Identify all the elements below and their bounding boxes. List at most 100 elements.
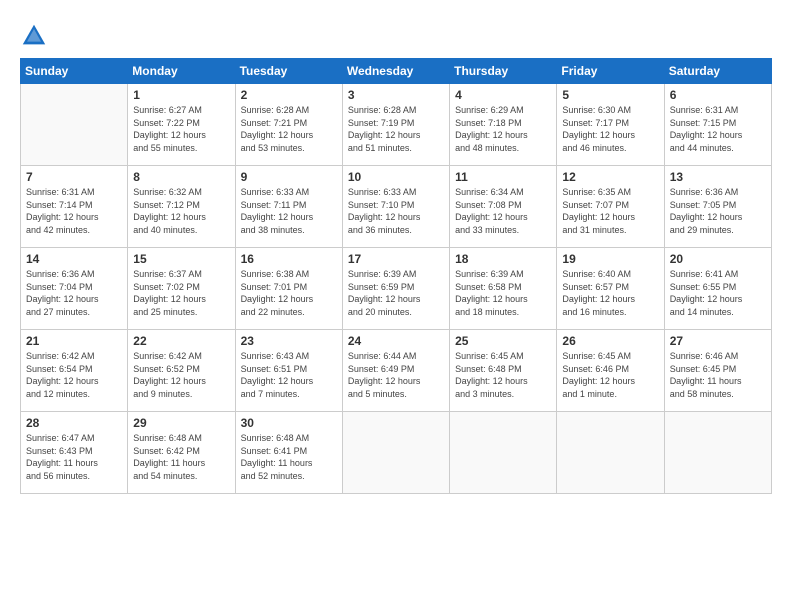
day-number: 12	[562, 170, 658, 184]
cell-info: Sunrise: 6:43 AM Sunset: 6:51 PM Dayligh…	[241, 350, 337, 400]
page: SundayMondayTuesdayWednesdayThursdayFrid…	[0, 0, 792, 612]
cell-info: Sunrise: 6:27 AM Sunset: 7:22 PM Dayligh…	[133, 104, 229, 154]
calendar-cell	[21, 84, 128, 166]
day-number: 22	[133, 334, 229, 348]
cell-info: Sunrise: 6:31 AM Sunset: 7:15 PM Dayligh…	[670, 104, 766, 154]
day-number: 11	[455, 170, 551, 184]
day-number: 2	[241, 88, 337, 102]
calendar-cell: 24Sunrise: 6:44 AM Sunset: 6:49 PM Dayli…	[342, 330, 449, 412]
cell-info: Sunrise: 6:36 AM Sunset: 7:04 PM Dayligh…	[26, 268, 122, 318]
calendar-cell: 20 Sunrise: 6:41 AM Sunset: 6:55 PM Dayli…	[664, 248, 771, 330]
cell-info: Sunrise: 6:44 AM Sunset: 6:49 PM Dayligh…	[348, 350, 444, 400]
calendar-table: SundayMondayTuesdayWednesdayThursdayFrid…	[20, 58, 772, 494]
cell-info: Sunrise: 6:31 AM Sunset: 7:14 PM Dayligh…	[26, 186, 122, 236]
weekday-header-row: SundayMondayTuesdayWednesdayThursdayFrid…	[21, 59, 772, 84]
calendar-cell: 19 Sunrise: 6:40 AM Sunset: 6:57 PM Dayli…	[557, 248, 664, 330]
day-number: 25	[455, 334, 551, 348]
calendar-cell: 21 Sunrise: 6:42 AM Sunset: 6:54 PM Dayli…	[21, 330, 128, 412]
cell-info: Sunrise: 6:29 AM Sunset: 7:18 PM Dayligh…	[455, 104, 551, 154]
day-number: 16	[241, 252, 337, 266]
calendar-cell: 27Sunrise: 6:46 AM Sunset: 6:45 PM Dayli…	[664, 330, 771, 412]
cell-info: Sunrise: 6:33 AM Sunset: 7:11 PM Dayligh…	[241, 186, 337, 236]
cell-info: Sunrise: 6:28 AM Sunset: 7:21 PM Dayligh…	[241, 104, 337, 154]
weekday-header-thursday: Thursday	[450, 59, 557, 84]
day-number: 18	[455, 252, 551, 266]
calendar-cell: 11 Sunrise: 6:34 AM Sunset: 7:08 PM Dayli…	[450, 166, 557, 248]
cell-info: Sunrise: 6:37 AM Sunset: 7:02 PM Dayligh…	[133, 268, 229, 318]
day-number: 1	[133, 88, 229, 102]
calendar-week-row: 7Sunrise: 6:31 AM Sunset: 7:14 PM Daylig…	[21, 166, 772, 248]
calendar-cell: 14 Sunrise: 6:36 AM Sunset: 7:04 PM Dayli…	[21, 248, 128, 330]
day-number: 14	[26, 252, 122, 266]
calendar-cell: 10 Sunrise: 6:33 AM Sunset: 7:10 PM Dayli…	[342, 166, 449, 248]
calendar-cell: 26Sunrise: 6:45 AM Sunset: 6:46 PM Dayli…	[557, 330, 664, 412]
cell-info: Sunrise: 6:45 AM Sunset: 6:46 PM Dayligh…	[562, 350, 658, 400]
calendar-cell	[557, 412, 664, 494]
cell-info: Sunrise: 6:40 AM Sunset: 6:57 PM Dayligh…	[562, 268, 658, 318]
cell-info: Sunrise: 6:39 AM Sunset: 6:59 PM Dayligh…	[348, 268, 444, 318]
calendar-cell	[664, 412, 771, 494]
calendar-cell: 4 Sunrise: 6:29 AM Sunset: 7:18 PM Daylig…	[450, 84, 557, 166]
day-number: 3	[348, 88, 444, 102]
cell-info: Sunrise: 6:46 AM Sunset: 6:45 PM Dayligh…	[670, 350, 766, 400]
calendar-cell	[342, 412, 449, 494]
weekday-header-wednesday: Wednesday	[342, 59, 449, 84]
calendar-cell: 9 Sunrise: 6:33 AM Sunset: 7:11 PM Daylig…	[235, 166, 342, 248]
day-number: 20	[670, 252, 766, 266]
cell-info: Sunrise: 6:48 AM Sunset: 6:42 PM Dayligh…	[133, 432, 229, 482]
calendar-cell: 6 Sunrise: 6:31 AM Sunset: 7:15 PM Daylig…	[664, 84, 771, 166]
calendar-cell: 28Sunrise: 6:47 AM Sunset: 6:43 PM Dayli…	[21, 412, 128, 494]
calendar-cell: 23 Sunrise: 6:43 AM Sunset: 6:51 PM Dayli…	[235, 330, 342, 412]
day-number: 23	[241, 334, 337, 348]
header	[20, 18, 772, 50]
day-number: 29	[133, 416, 229, 430]
cell-info: Sunrise: 6:42 AM Sunset: 6:54 PM Dayligh…	[26, 350, 122, 400]
cell-info: Sunrise: 6:34 AM Sunset: 7:08 PM Dayligh…	[455, 186, 551, 236]
calendar-cell: 3 Sunrise: 6:28 AM Sunset: 7:19 PM Daylig…	[342, 84, 449, 166]
cell-info: Sunrise: 6:45 AM Sunset: 6:48 PM Dayligh…	[455, 350, 551, 400]
calendar-cell	[450, 412, 557, 494]
calendar-cell: 7Sunrise: 6:31 AM Sunset: 7:14 PM Daylig…	[21, 166, 128, 248]
weekday-header-sunday: Sunday	[21, 59, 128, 84]
cell-info: Sunrise: 6:39 AM Sunset: 6:58 PM Dayligh…	[455, 268, 551, 318]
logo	[20, 22, 50, 50]
cell-info: Sunrise: 6:33 AM Sunset: 7:10 PM Dayligh…	[348, 186, 444, 236]
cell-info: Sunrise: 6:41 AM Sunset: 6:55 PM Dayligh…	[670, 268, 766, 318]
day-number: 17	[348, 252, 444, 266]
cell-info: Sunrise: 6:47 AM Sunset: 6:43 PM Dayligh…	[26, 432, 122, 482]
calendar-cell: 22 Sunrise: 6:42 AM Sunset: 6:52 PM Dayli…	[128, 330, 235, 412]
calendar-cell: 17 Sunrise: 6:39 AM Sunset: 6:59 PM Dayli…	[342, 248, 449, 330]
cell-info: Sunrise: 6:38 AM Sunset: 7:01 PM Dayligh…	[241, 268, 337, 318]
weekday-header-saturday: Saturday	[664, 59, 771, 84]
weekday-header-friday: Friday	[557, 59, 664, 84]
calendar-cell: 18 Sunrise: 6:39 AM Sunset: 6:58 PM Dayli…	[450, 248, 557, 330]
calendar-week-row: 28Sunrise: 6:47 AM Sunset: 6:43 PM Dayli…	[21, 412, 772, 494]
cell-info: Sunrise: 6:36 AM Sunset: 7:05 PM Dayligh…	[670, 186, 766, 236]
day-number: 9	[241, 170, 337, 184]
calendar-cell: 2 Sunrise: 6:28 AM Sunset: 7:21 PM Daylig…	[235, 84, 342, 166]
calendar-cell: 16 Sunrise: 6:38 AM Sunset: 7:01 PM Dayli…	[235, 248, 342, 330]
weekday-header-tuesday: Tuesday	[235, 59, 342, 84]
day-number: 6	[670, 88, 766, 102]
day-number: 21	[26, 334, 122, 348]
calendar-cell: 5 Sunrise: 6:30 AM Sunset: 7:17 PM Daylig…	[557, 84, 664, 166]
cell-info: Sunrise: 6:30 AM Sunset: 7:17 PM Dayligh…	[562, 104, 658, 154]
calendar-cell: 8Sunrise: 6:32 AM Sunset: 7:12 PM Daylig…	[128, 166, 235, 248]
calendar-cell: 13 Sunrise: 6:36 AM Sunset: 7:05 PM Dayli…	[664, 166, 771, 248]
day-number: 15	[133, 252, 229, 266]
cell-info: Sunrise: 6:42 AM Sunset: 6:52 PM Dayligh…	[133, 350, 229, 400]
calendar-cell: 1 Sunrise: 6:27 AM Sunset: 7:22 PM Daylig…	[128, 84, 235, 166]
day-number: 5	[562, 88, 658, 102]
day-number: 10	[348, 170, 444, 184]
calendar-cell: 25 Sunrise: 6:45 AM Sunset: 6:48 PM Dayli…	[450, 330, 557, 412]
cell-info: Sunrise: 6:28 AM Sunset: 7:19 PM Dayligh…	[348, 104, 444, 154]
day-number: 19	[562, 252, 658, 266]
day-number: 13	[670, 170, 766, 184]
weekday-header-monday: Monday	[128, 59, 235, 84]
logo-icon	[20, 22, 48, 50]
calendar-week-row: 1 Sunrise: 6:27 AM Sunset: 7:22 PM Daylig…	[21, 84, 772, 166]
calendar-week-row: 21 Sunrise: 6:42 AM Sunset: 6:54 PM Dayli…	[21, 330, 772, 412]
calendar-cell: 15 Sunrise: 6:37 AM Sunset: 7:02 PM Dayli…	[128, 248, 235, 330]
day-number: 30	[241, 416, 337, 430]
day-number: 4	[455, 88, 551, 102]
